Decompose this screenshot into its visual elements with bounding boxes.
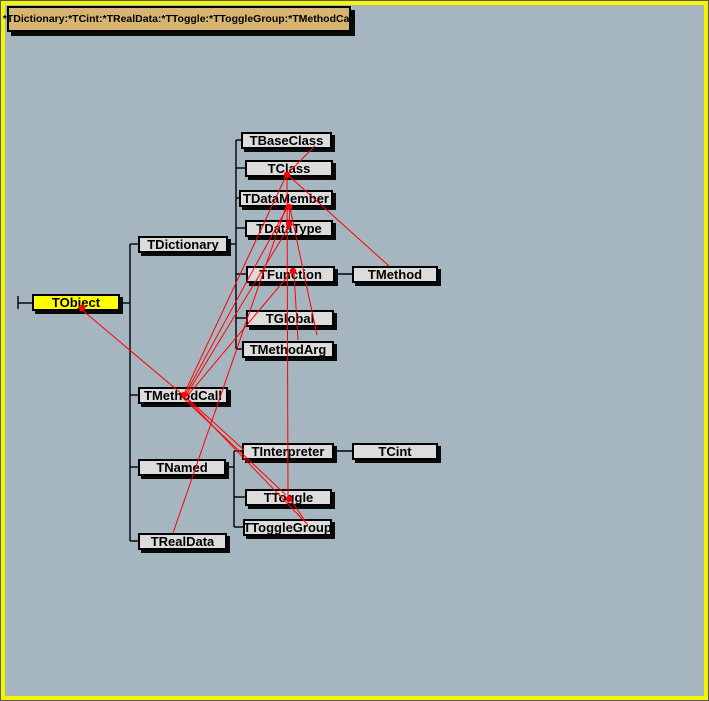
- class-box-tbaseclass[interactable]: TBaseClass: [241, 132, 332, 149]
- class-box-label: TToggle: [264, 491, 314, 504]
- class-box-tmethodcall[interactable]: TMethodCall: [138, 387, 228, 404]
- class-box-ttoggle[interactable]: TToggle: [245, 489, 332, 506]
- class-box-tdictionary[interactable]: TDictionary: [138, 236, 228, 253]
- class-box-label: TFunction: [259, 268, 322, 281]
- class-box-label: TClass: [268, 162, 311, 175]
- class-box-tdatatype[interactable]: TDataType: [245, 220, 333, 237]
- class-box-label: TToggleGroup: [243, 521, 332, 534]
- class-box-label: TCint: [378, 445, 411, 458]
- class-box-label: TInterpreter: [252, 445, 325, 458]
- class-box-tclass[interactable]: TClass: [245, 160, 333, 177]
- class-box-label: TObject: [52, 296, 100, 309]
- canvas-title-pave[interactable]: *TDictionary:*TCint:*TRealData:*TToggle:…: [7, 6, 351, 32]
- class-box-label: TRealData: [151, 535, 215, 548]
- class-box-label: TGlobal: [266, 312, 314, 325]
- class-box-label: TMethodCall: [144, 389, 222, 402]
- class-box-trealdata[interactable]: TRealData: [138, 533, 227, 550]
- class-box-label: TDictionary: [147, 238, 219, 251]
- class-box-tinterpreter[interactable]: TInterpreter: [242, 443, 334, 460]
- class-box-tobject[interactable]: TObject: [32, 294, 120, 311]
- class-box-tmethodarg[interactable]: TMethodArg: [242, 341, 334, 358]
- class-box-tnamed[interactable]: TNamed: [138, 459, 226, 476]
- class-box-ttogglegroup[interactable]: TToggleGroup: [243, 519, 332, 536]
- class-box-label: TBaseClass: [250, 134, 324, 147]
- class-box-tglobal[interactable]: TGlobal: [246, 310, 334, 327]
- class-box-tcint[interactable]: TCint: [352, 443, 438, 460]
- canvas-pad[interactable]: TObject TDictionary TBaseClass TClass TDataM…: [5, 5, 704, 696]
- class-box-tdatamember[interactable]: TDataMember: [239, 190, 333, 207]
- root-canvas-window: TObject TDictionary TBaseClass TClass TDataM…: [0, 0, 709, 701]
- class-nodes-layer: TObject TDictionary TBaseClass TClass TDataM…: [5, 5, 704, 696]
- class-box-label: TDataMember: [243, 192, 329, 205]
- class-box-label: TMethodArg: [250, 343, 327, 356]
- class-box-tfunction[interactable]: TFunction: [246, 266, 335, 283]
- class-box-label: TMethod: [368, 268, 422, 281]
- canvas-title-label: *TDictionary:*TCint:*TRealData:*TToggle:…: [3, 13, 356, 25]
- class-box-tmethod[interactable]: TMethod: [352, 266, 438, 283]
- class-box-label: TDataType: [256, 222, 322, 235]
- class-box-label: TNamed: [156, 461, 207, 474]
